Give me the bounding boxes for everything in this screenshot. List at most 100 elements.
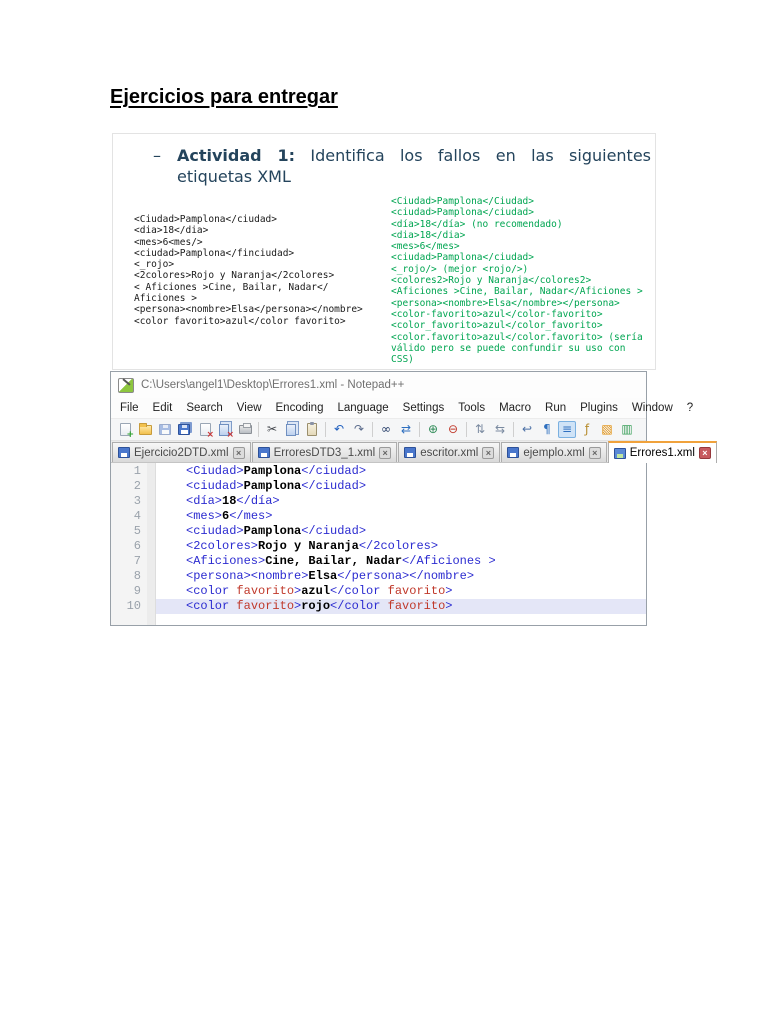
- corrected-code-line: válido pero se puede confundir su uso co…: [391, 342, 626, 354]
- tab-ejercicio2dtdxml[interactable]: Ejercicio2DTD.xml ×: [112, 442, 251, 462]
- toolbar: + × × ✂ ↶ ↷ ∞ ⇄ ⊕ ⊖ ⇅ ⇆ ↩ ¶ ≡ ƒ ▧ ▥: [111, 418, 646, 441]
- window-titlebar[interactable]: C:\Users\angel1\Desktop\Errores1.xml - N…: [111, 372, 646, 398]
- tab-label: ejemplo.xml: [523, 446, 585, 459]
- zoom-out-icon[interactable]: ⊖: [444, 421, 462, 438]
- sync-vertical-scroll-icon-glyph: ⇅: [474, 422, 486, 436]
- close-all-icon-badge: ×: [226, 430, 234, 440]
- code-line-2[interactable]: <ciudad>Pamplona</ciudad>: [156, 479, 646, 494]
- save-state-icon: [257, 447, 270, 458]
- tab-label: ErroresDTD3_1.xml: [273, 446, 376, 459]
- undo-icon[interactable]: ↶: [330, 421, 348, 438]
- sync-vertical-scroll-icon[interactable]: ⇅: [471, 421, 489, 438]
- xml-tag: <día>: [186, 494, 223, 508]
- code-area[interactable]: <Ciudad>Pamplona</ciudad> <ciudad>Pamplon…: [156, 463, 646, 625]
- cut-icon[interactable]: ✂: [263, 421, 281, 438]
- show-all-characters-icon[interactable]: ¶: [538, 421, 556, 438]
- save-all-icon-shape: [178, 424, 190, 435]
- tab-errores1xml[interactable]: Errores1.xml ×: [607, 441, 717, 463]
- xml-tag: <color: [186, 584, 237, 598]
- wrong-xml-code-block: <Ciudad>Pamplona</ciudad> <dia>18</dia> <m…: [134, 214, 363, 327]
- menu-item-plugins[interactable]: Plugins: [573, 402, 625, 414]
- corrected-code-line: <_rojo/> (mejor <rojo/>): [391, 263, 529, 275]
- xml-attribute: favorito: [387, 584, 446, 598]
- print-icon[interactable]: [236, 421, 254, 438]
- menu-item-search[interactable]: Search: [179, 402, 229, 414]
- editor[interactable]: 1 2 3 4 5 6 7 8 9 10 <Ciudad>Pamplona</ciudad> <ci…: [111, 463, 646, 625]
- toolbar-divider: [419, 422, 420, 437]
- menu-item-encoding[interactable]: Encoding: [269, 402, 331, 414]
- code-line-3[interactable]: <día>18</día>: [156, 494, 646, 509]
- menu-item-language[interactable]: Language: [330, 402, 395, 414]
- replace-icon[interactable]: ⇄: [397, 421, 415, 438]
- xml-text: Cine, Bailar, Nadar: [265, 554, 403, 568]
- copy-icon[interactable]: [283, 421, 301, 438]
- menu-item-tools[interactable]: Tools: [451, 402, 492, 414]
- tab-close-icon[interactable]: ×: [588, 446, 601, 459]
- redo-icon[interactable]: ↷: [350, 421, 368, 438]
- save-all-icon[interactable]: [176, 421, 194, 438]
- code-line-9[interactable]: <color favorito>azul</color favorito>: [156, 584, 646, 599]
- code-line-6[interactable]: <2colores>Rojo y Naranja</2colores>: [156, 539, 646, 554]
- tab-close-icon[interactable]: ×: [232, 446, 245, 459]
- toolbar-divider: [513, 422, 514, 437]
- menu-item-file[interactable]: File: [113, 402, 146, 414]
- code-line-4[interactable]: <mes>6</mes>: [156, 509, 646, 524]
- zoom-in-icon[interactable]: ⊕: [424, 421, 442, 438]
- menu-item-edit[interactable]: Edit: [146, 402, 180, 414]
- code-line-1[interactable]: <Ciudad>Pamplona</ciudad>: [156, 464, 646, 479]
- activity-heading: – Actividad 1: Identifica los fallos en …: [153, 145, 651, 187]
- tab-close-icon[interactable]: ×: [379, 446, 392, 459]
- xml-tag: >: [445, 584, 453, 598]
- xml-tag: <ciudad>: [186, 524, 244, 538]
- menu-item-macro[interactable]: Macro: [492, 402, 538, 414]
- tab-ejemploxml[interactable]: ejemplo.xml ×: [501, 442, 607, 462]
- xml-text: 18: [222, 494, 237, 508]
- corrected-code-line: <persona><nombre>Elsa</nombre></persona>: [391, 297, 620, 309]
- zoom-in-icon-glyph: ⊕: [427, 422, 439, 436]
- word-wrap-icon[interactable]: ↩: [518, 421, 536, 438]
- menu-item-view[interactable]: View: [230, 402, 269, 414]
- code-line-10[interactable]: <color favorito>rojo</color favorito>: [156, 599, 646, 614]
- notepadpp-window: C:\Users\angel1\Desktop\Errores1.xml - N…: [110, 371, 717, 626]
- menu-item-[interactable]: ?: [680, 402, 700, 414]
- code-line-5[interactable]: <ciudad>Pamplona</ciudad>: [156, 524, 646, 539]
- save-icon[interactable]: [156, 421, 174, 438]
- find-icon[interactable]: ∞: [377, 421, 395, 438]
- bookmark-margin: [147, 463, 156, 625]
- close-file-icon[interactable]: ×: [196, 421, 214, 440]
- save-state-icon: [118, 447, 130, 458]
- menu-item-run[interactable]: Run: [538, 402, 573, 414]
- doc-switcher-icon[interactable]: ▥: [618, 421, 636, 438]
- tab-escritorxml[interactable]: escritor.xml ×: [398, 442, 501, 462]
- code-line-7[interactable]: <Aficiones>Cine, Bailar, Nadar</Aficione…: [156, 554, 646, 569]
- show-indent-guide-icon[interactable]: ≡: [558, 421, 576, 438]
- activity-heading-text: Actividad 1: Identifica los fallos en la…: [177, 145, 651, 187]
- function-list-icon[interactable]: ƒ: [578, 421, 596, 438]
- menu-item-settings[interactable]: Settings: [396, 402, 452, 414]
- open-file-icon[interactable]: [136, 421, 154, 438]
- xml-text: Elsa: [308, 569, 338, 583]
- document-map-icon-glyph: ▧: [601, 422, 613, 436]
- line-number-gutter: 1 2 3 4 5 6 7 8 9 10: [111, 463, 147, 625]
- slide-image: – Actividad 1: Identifica los fallos en …: [112, 133, 656, 370]
- xml-tag: </color: [330, 584, 388, 598]
- close-all-icon[interactable]: ×: [216, 421, 234, 440]
- xml-tag: <ciudad>: [186, 479, 244, 493]
- paste-icon[interactable]: [303, 421, 321, 438]
- menu-bar: File Edit Search View Encoding Language Settin…: [111, 398, 693, 418]
- xml-text: Pamplona: [243, 524, 302, 538]
- tab-erroresdtd31xml[interactable]: ErroresDTD3_1.xml ×: [251, 442, 398, 462]
- tab-label: Errores1.xml: [629, 447, 695, 459]
- menu-item-window[interactable]: Window: [625, 402, 680, 414]
- sync-horizontal-scroll-icon[interactable]: ⇆: [491, 421, 509, 438]
- wrong-code-line: <color favorito>azul</color favorito>: [134, 315, 346, 327]
- document-map-icon[interactable]: ▧: [598, 421, 616, 438]
- line-number: 5: [133, 524, 141, 538]
- tab-close-icon[interactable]: ×: [482, 446, 495, 459]
- tab-close-icon[interactable]: ×: [698, 447, 711, 459]
- redo-icon-glyph: ↷: [353, 422, 365, 436]
- line-number: 3: [133, 494, 141, 508]
- new-file-icon[interactable]: +: [116, 421, 134, 440]
- replace-icon-glyph: ⇄: [400, 422, 412, 436]
- code-line-8[interactable]: <persona><nombre>Elsa</persona></nombre>: [156, 569, 646, 584]
